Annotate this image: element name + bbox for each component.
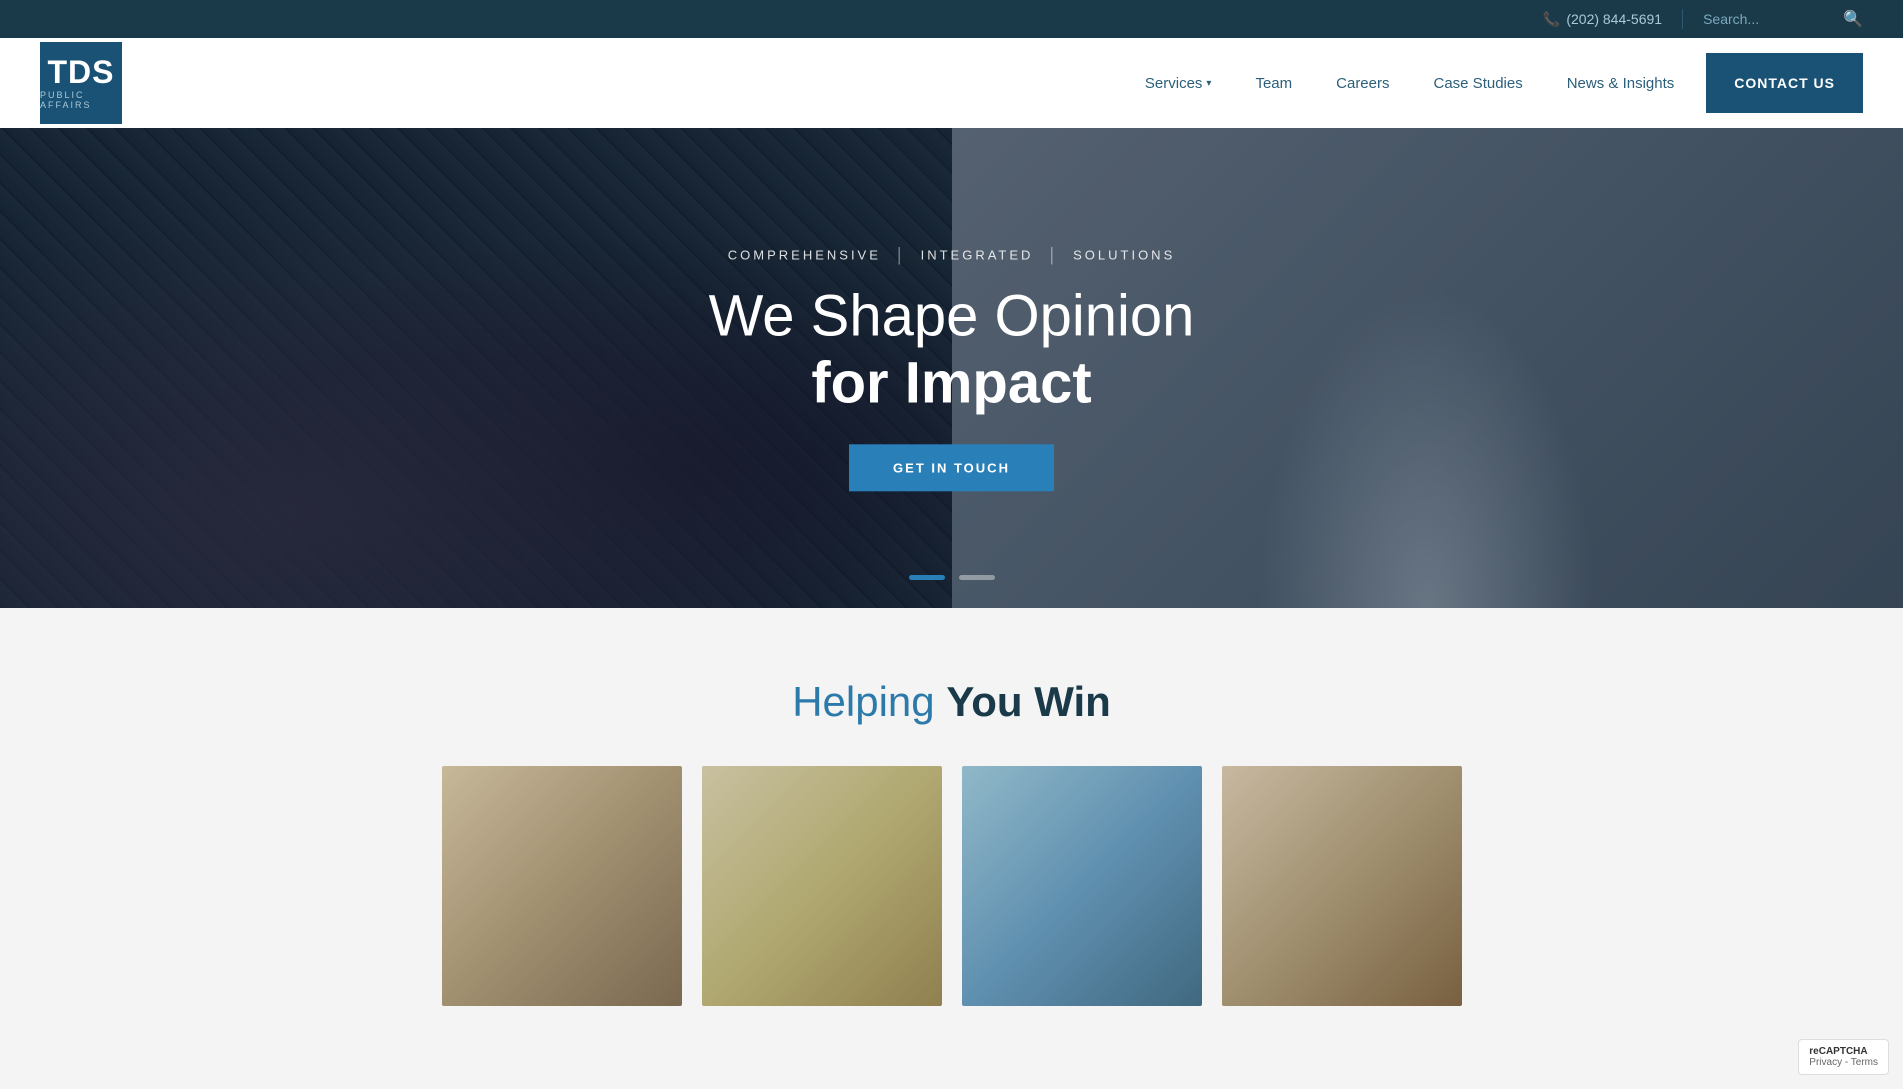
- phone-text: (202) 844-5691: [1566, 11, 1662, 27]
- top-bar: 📞 (202) 844-5691 🔍: [0, 0, 1903, 38]
- card-2: [702, 766, 942, 1006]
- nav-item-team[interactable]: Team: [1233, 38, 1314, 128]
- recaptcha-badge: reCAPTCHA Privacy - Terms: [1798, 1039, 1889, 1075]
- nav-item-careers[interactable]: Careers: [1314, 38, 1411, 128]
- nav-item-news[interactable]: News & Insights: [1545, 38, 1697, 128]
- hero-content: COMPREHENSIVE | INTEGRATED | SOLUTIONS W…: [602, 244, 1302, 491]
- search-input[interactable]: [1703, 11, 1843, 27]
- slider-dots: [909, 575, 995, 580]
- slide-dot-2[interactable]: [959, 575, 995, 580]
- nav-links: Services ▾ Team Careers Case Studies New…: [1123, 38, 1863, 128]
- recaptcha-links: Privacy - Terms: [1809, 1057, 1878, 1068]
- cards-row: [40, 766, 1863, 1006]
- helping-title-regular: Helping: [792, 678, 946, 725]
- nav-link-news[interactable]: News & Insights: [1545, 38, 1697, 128]
- tagline-part-2: INTEGRATED: [921, 247, 1034, 262]
- search-area: 🔍: [1682, 9, 1863, 29]
- nav-link-team[interactable]: Team: [1233, 38, 1314, 128]
- card-1: [442, 766, 682, 1006]
- phone-number: 📞 (202) 844-5691: [1543, 11, 1662, 28]
- search-button[interactable]: 🔍: [1843, 9, 1863, 29]
- hero-title-regular: We Shape Opinion: [709, 283, 1195, 348]
- recaptcha-label: reCAPTCHA: [1809, 1046, 1867, 1057]
- phone-icon: 📞: [1543, 11, 1560, 28]
- hero-title: We Shape Opinion for Impact: [602, 283, 1302, 416]
- helping-section: Helping You Win: [0, 608, 1903, 1006]
- tagline-part-1: COMPREHENSIVE: [728, 247, 881, 262]
- logo-text: TDS: [48, 56, 115, 88]
- nav-item-services[interactable]: Services ▾: [1123, 38, 1234, 128]
- hero-tagline: COMPREHENSIVE | INTEGRATED | SOLUTIONS: [602, 244, 1302, 265]
- logo-area: TDS PUBLIC AFFAIRS: [40, 42, 122, 124]
- card-3: [962, 766, 1202, 1006]
- tagline-part-3: SOLUTIONS: [1073, 247, 1175, 262]
- hero-cta-button[interactable]: GET IN TOUCH: [849, 445, 1054, 492]
- contact-us-button[interactable]: CONTACT US: [1706, 53, 1863, 113]
- nav-item-case-studies[interactable]: Case Studies: [1412, 38, 1545, 128]
- hero-title-bold: for Impact: [811, 350, 1091, 415]
- hero-section: COMPREHENSIVE | INTEGRATED | SOLUTIONS W…: [0, 128, 1903, 608]
- nav-item-contact[interactable]: CONTACT US: [1696, 53, 1863, 113]
- chevron-down-icon: ▾: [1206, 78, 1211, 89]
- slide-dot-1[interactable]: [909, 575, 945, 580]
- nav-link-case-studies[interactable]: Case Studies: [1412, 38, 1545, 128]
- nav-link-careers[interactable]: Careers: [1314, 38, 1411, 128]
- logo-box: TDS PUBLIC AFFAIRS: [40, 42, 122, 124]
- separator-2: |: [1049, 244, 1057, 265]
- card-4: [1222, 766, 1462, 1006]
- navbar: TDS PUBLIC AFFAIRS Services ▾ Team Caree…: [0, 38, 1903, 128]
- nav-link-services[interactable]: Services ▾: [1123, 38, 1234, 128]
- helping-title: Helping You Win: [40, 678, 1863, 726]
- separator-1: |: [897, 244, 905, 265]
- logo-subtitle: PUBLIC AFFAIRS: [40, 90, 122, 110]
- helping-title-bold: You Win: [946, 678, 1110, 725]
